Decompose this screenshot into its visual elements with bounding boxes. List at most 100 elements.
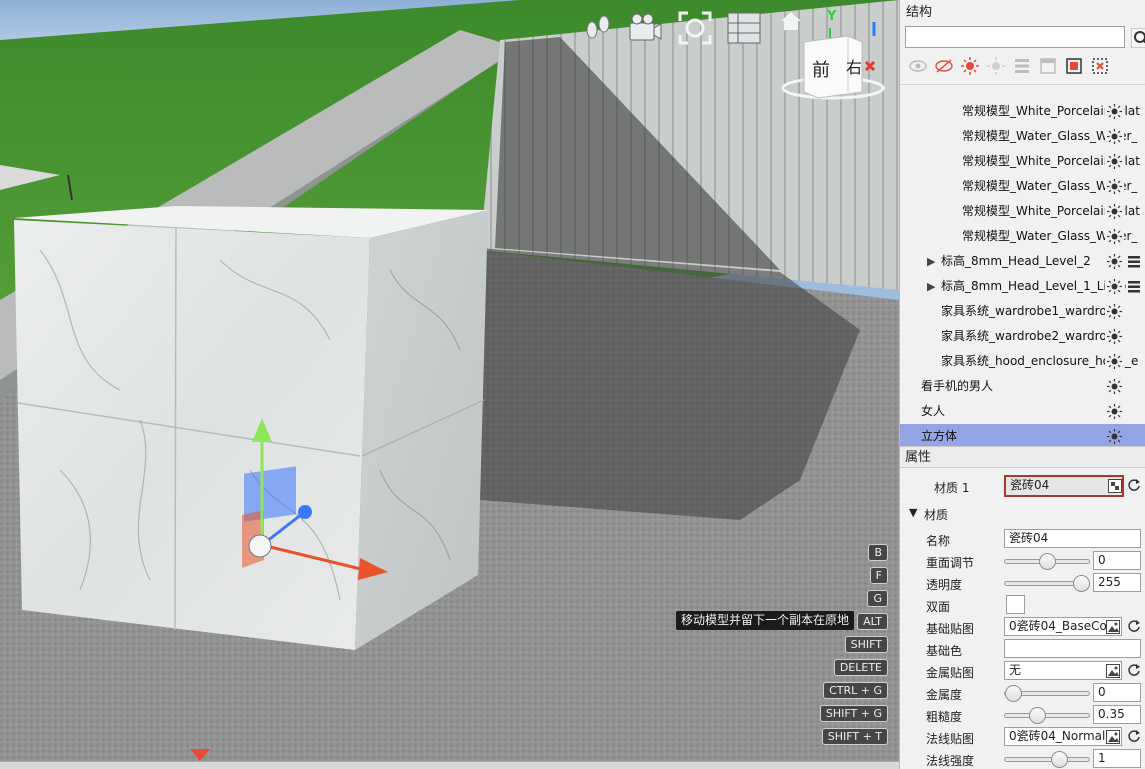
tree-item-label: 立方体 (921, 429, 958, 443)
eye-off-icon[interactable] (934, 56, 954, 76)
visibility-sun-icon[interactable] (1107, 254, 1122, 269)
layers-icon[interactable] (726, 10, 762, 46)
visibility-sun-icon[interactable] (1107, 204, 1122, 219)
view-cube-right-label[interactable]: 右 (846, 54, 862, 78)
view-cube-front-label[interactable]: 前 (812, 56, 830, 82)
shortcut-key-g[interactable]: G (867, 590, 888, 607)
base-map-input[interactable]: 0瓷砖04_BaseCo (1004, 617, 1122, 636)
opacity-row: 透明度 255 (900, 572, 1145, 594)
visibility-sun-icon[interactable] (1107, 379, 1122, 394)
side-panel: 结构 常规模型_White_Porcelain_Plat 常规模型_Water_… (899, 0, 1145, 769)
image-picker-icon[interactable] (1106, 730, 1120, 744)
shortcut-key-shift-g[interactable]: SHIFT + G (819, 705, 888, 722)
shortcut-key-ctrl-g[interactable]: CTRL + G (823, 682, 888, 699)
opacity-input[interactable]: 255 (1093, 573, 1141, 592)
material-section-header[interactable]: ▼ 材质 (900, 502, 1145, 524)
expand-arrow-icon[interactable]: ▶ (927, 249, 935, 274)
tree-item[interactable]: 常规模型_White_Porcelain_Plat (900, 199, 1145, 224)
visibility-sun-icon[interactable] (1107, 179, 1122, 194)
walk-icon[interactable] (580, 10, 616, 46)
image-picker-icon[interactable] (1106, 664, 1120, 678)
reset-icon[interactable] (1126, 728, 1142, 744)
slider-knob[interactable] (1005, 685, 1022, 702)
layer-list-icon[interactable] (1126, 254, 1141, 269)
metal-map-input[interactable]: 无 (1004, 661, 1122, 680)
material-slot-select[interactable]: 瓷砖04 (1004, 475, 1124, 497)
double-sided-label: 双面 (926, 600, 951, 614)
reset-icon[interactable] (1126, 662, 1142, 678)
tree-item[interactable]: 常规模型_White_Porcelain_Plat (900, 99, 1145, 124)
metalness-slider[interactable] (1004, 685, 1090, 702)
visibility-sun-icon[interactable] (1107, 354, 1122, 369)
normal-map-input[interactable]: 0瓷砖04_Normal (1004, 727, 1122, 746)
shortcut-key-f[interactable]: F (869, 567, 888, 584)
shortcut-key-alt[interactable]: ALT (857, 613, 888, 630)
view-cube[interactable]: 前 右 (778, 22, 888, 106)
normal-strength-slider[interactable] (1004, 751, 1090, 768)
visibility-sun-icon[interactable] (1107, 404, 1122, 419)
3d-viewport[interactable]: Y 前 右 B F G ALT SHIFT DELETE CTRL + G SH… (0, 0, 899, 769)
visibility-sun-icon[interactable] (1107, 129, 1122, 144)
face-adjust-input[interactable]: 0 (1093, 551, 1141, 570)
search-icon[interactable] (1131, 28, 1145, 48)
tree-item[interactable]: ▶ 标高_8mm_Head_Level_2 (900, 249, 1145, 274)
double-sided-checkbox[interactable] (1006, 595, 1025, 614)
tree-item-selected[interactable]: 立方体 (900, 424, 1145, 446)
properties-panel-title: 属性 (900, 446, 1145, 468)
visibility-sun-icon[interactable] (1107, 229, 1122, 244)
visibility-sun-icon[interactable] (1107, 104, 1122, 119)
material-picker-icon[interactable] (1108, 479, 1122, 493)
roughness-input[interactable]: 0.35 (1093, 705, 1141, 724)
reset-icon[interactable] (1126, 618, 1142, 634)
opacity-slider[interactable] (1004, 575, 1090, 592)
focus-icon[interactable] (677, 10, 713, 46)
visibility-sun-icon[interactable] (1107, 154, 1122, 169)
slider-knob[interactable] (1039, 553, 1056, 570)
layer-list-icon[interactable] (1126, 279, 1141, 294)
tree-item[interactable]: 女人 (900, 399, 1145, 424)
structure-panel-title: 结构 (906, 5, 933, 20)
structure-tree[interactable]: 常规模型_White_Porcelain_Plat 常规模型_Water_Gla… (900, 84, 1145, 446)
expand-arrow-icon[interactable]: ▶ (927, 274, 935, 299)
slider-knob[interactable] (1029, 707, 1046, 724)
metalness-input[interactable]: 0 (1093, 683, 1141, 702)
camera-icon[interactable] (627, 10, 663, 46)
visibility-sun-icon[interactable] (1107, 329, 1122, 344)
material-name-row: 名称 瓷砖04 (900, 528, 1145, 550)
structure-search-input[interactable] (905, 26, 1125, 48)
light-on-icon[interactable] (960, 56, 980, 76)
tree-item[interactable]: 家具系统_hood_enclosure_hood_e (900, 349, 1145, 374)
deselect-icon[interactable] (1090, 56, 1110, 76)
slider-knob[interactable] (1073, 575, 1090, 592)
face-adjust-slider[interactable] (1004, 553, 1090, 570)
tree-item[interactable]: 家具系统_wardrobe1_wardrobe (900, 299, 1145, 324)
visibility-sun-icon[interactable] (1107, 429, 1122, 444)
visibility-sun-icon[interactable] (1107, 304, 1122, 319)
shortcut-key-delete[interactable]: DELETE (833, 659, 888, 676)
tree-item[interactable]: 常规模型_Water_Glass_Water_ (900, 174, 1145, 199)
image-picker-icon[interactable] (1106, 620, 1120, 634)
select-icon[interactable] (1064, 56, 1084, 76)
reset-icon[interactable] (1126, 477, 1142, 493)
shortcut-key-b[interactable]: B (868, 544, 888, 561)
eye-icon[interactable] (908, 56, 928, 76)
scene-render[interactable] (0, 0, 899, 769)
shortcut-key-shift[interactable]: SHIFT (844, 636, 888, 653)
tree-item[interactable]: ▶ 标高_8mm_Head_Level_1_Living (900, 274, 1145, 299)
collapse-arrow-icon[interactable]: ▼ (909, 506, 917, 519)
layout-icon[interactable] (1038, 56, 1058, 76)
tree-item[interactable]: 家具系统_wardrobe2_wardrobe (900, 324, 1145, 349)
roughness-slider[interactable] (1004, 707, 1090, 724)
tree-item[interactable]: 常规模型_Water_Glass_Water_ (900, 224, 1145, 249)
shortcut-key-shift-t[interactable]: SHIFT + T (821, 728, 888, 745)
slider-knob[interactable] (1051, 751, 1068, 768)
light-off-icon[interactable] (986, 56, 1006, 76)
tree-item[interactable]: 常规模型_White_Porcelain_Plat (900, 149, 1145, 174)
base-color-swatch[interactable] (1004, 639, 1141, 658)
material-name-input[interactable]: 瓷砖04 (1004, 529, 1141, 548)
normal-strength-input[interactable]: 1 (1093, 749, 1141, 768)
tree-item[interactable]: 常规模型_Water_Glass_Water_ (900, 124, 1145, 149)
list-icon[interactable] (1012, 56, 1032, 76)
visibility-sun-icon[interactable] (1107, 279, 1122, 294)
tree-item[interactable]: 看手机的男人 (900, 374, 1145, 399)
